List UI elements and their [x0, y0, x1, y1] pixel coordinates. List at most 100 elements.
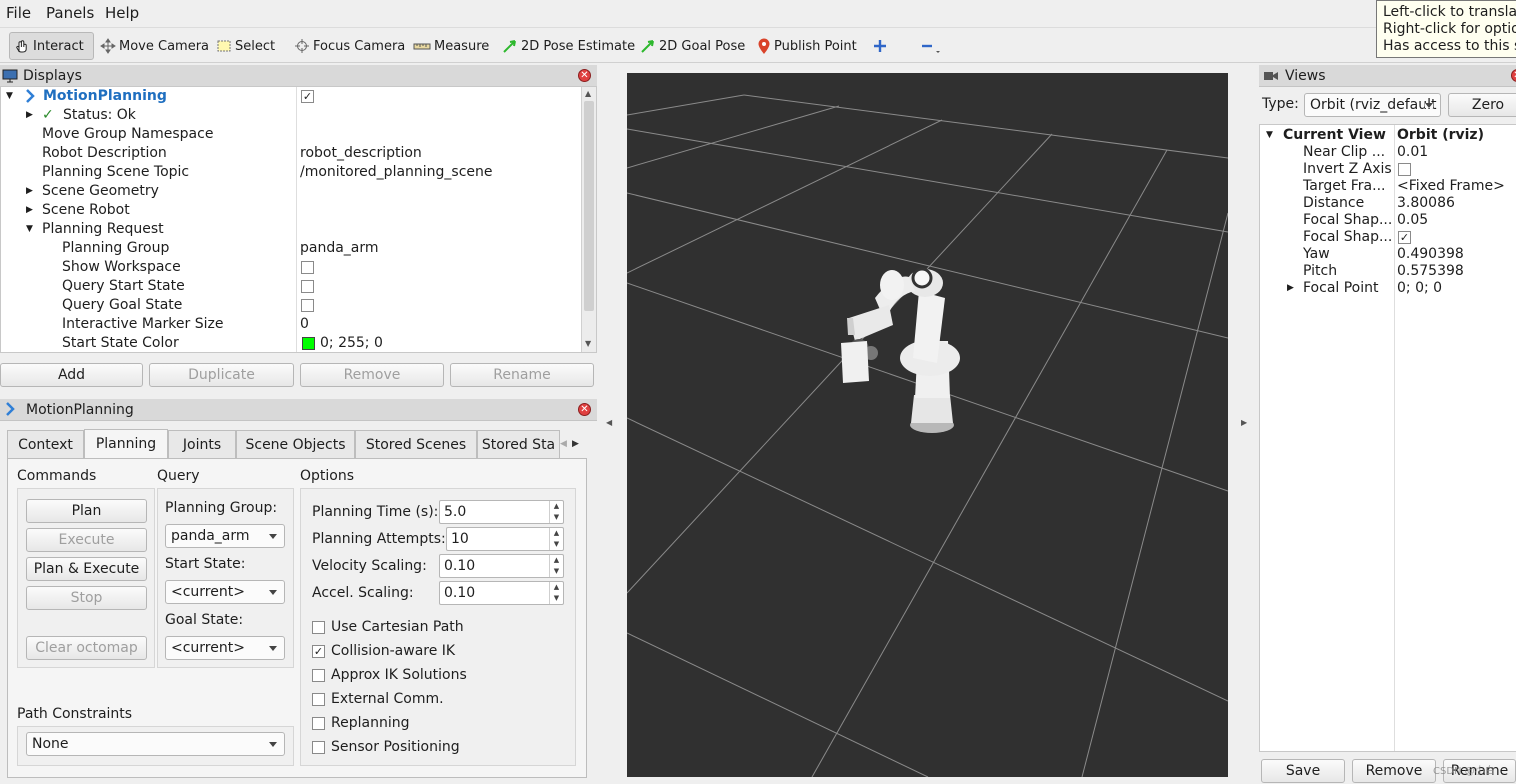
collapse-left-icon[interactable]: ◀ — [606, 418, 612, 427]
view-prop-row[interactable]: Near Clip ... 0.01 — [1260, 144, 1516, 161]
tree-row[interactable]: Query Start State — [1, 277, 581, 296]
external-comm-checkbox[interactable] — [312, 693, 325, 706]
focal-shape-checkbox[interactable]: ✓ — [1398, 231, 1411, 244]
close-icon[interactable]: ✕ — [578, 69, 591, 82]
close-icon[interactable]: ✕ — [578, 403, 591, 416]
expand-arrow-icon[interactable]: ▶ — [26, 182, 33, 201]
duplicate-button[interactable]: Duplicate — [149, 363, 294, 387]
tree-value[interactable]: robot_description — [300, 144, 422, 163]
scroll-down-icon[interactable]: ▼ — [585, 339, 591, 348]
plan-execute-button[interactable]: Plan & Execute — [26, 557, 147, 581]
expand-arrow-icon[interactable]: ▼ — [6, 87, 13, 106]
expand-arrow-icon[interactable]: ▶ — [26, 201, 33, 220]
tab-scroll-left-icon[interactable]: ◀ — [560, 432, 572, 456]
prop-value[interactable]: 0.490398 — [1397, 246, 1464, 263]
prop-value[interactable]: 0.01 — [1397, 144, 1428, 161]
collision-ik-checkbox[interactable]: ✓ — [312, 645, 325, 658]
focus-camera-button[interactable]: Focus Camera — [290, 32, 409, 60]
query-goal-checkbox[interactable] — [301, 299, 314, 312]
zero-button[interactable]: Zero — [1448, 93, 1516, 117]
spin-arrows-icon[interactable]: ▲ ▼ — [549, 528, 563, 550]
goal-state-select[interactable]: <current> — [165, 636, 285, 660]
tree-row[interactable]: Start State Color 0; 255; 0 — [1, 334, 581, 353]
tree-row[interactable]: Interactive Marker Size 0 — [1, 315, 581, 334]
expand-arrow-icon[interactable]: ▼ — [1266, 127, 1273, 144]
planning-group-select[interactable]: panda_arm — [165, 524, 285, 548]
view-prop-row[interactable]: Invert Z Axis — [1260, 161, 1516, 178]
tree-row[interactable]: Robot Description robot_description — [1, 144, 581, 163]
replanning-checkbox[interactable] — [312, 717, 325, 730]
enable-checkbox[interactable]: ✓ — [301, 90, 314, 103]
view-prop-row[interactable]: Yaw 0.490398 — [1260, 246, 1516, 263]
expand-arrow-icon[interactable]: ▼ — [26, 220, 33, 239]
menu-file[interactable]: File — [6, 4, 31, 22]
menu-panels[interactable]: Panels — [46, 4, 94, 22]
tree-row[interactable]: Show Workspace — [1, 258, 581, 277]
menu-help[interactable]: Help — [105, 4, 139, 22]
scroll-thumb[interactable] — [584, 101, 594, 311]
velocity-scaling-spinbox[interactable]: 0.10 ▲ ▼ — [439, 554, 564, 578]
tree-value[interactable]: 0 — [300, 315, 309, 334]
tab-joints[interactable]: Joints — [168, 430, 236, 458]
tab-stored-states[interactable]: Stored Sta — [477, 430, 560, 458]
invert-z-checkbox[interactable] — [1398, 163, 1411, 176]
view-prop-row[interactable]: Focal Shap... 0.05 — [1260, 212, 1516, 229]
plan-button[interactable]: Plan — [26, 499, 147, 523]
save-view-button[interactable]: Save — [1261, 759, 1345, 783]
tree-row[interactable]: Planning Scene Topic /monitored_planning… — [1, 163, 581, 182]
tree-row[interactable]: ▼ Planning Request — [1, 220, 581, 239]
spin-arrows-icon[interactable]: ▲ ▼ — [549, 555, 563, 577]
publish-point-button[interactable]: Publish Point — [753, 32, 861, 60]
sensor-positioning-checkbox[interactable] — [312, 741, 325, 754]
view-type-select[interactable]: Orbit (rviz_default — [1304, 93, 1441, 117]
view-prop-row[interactable]: Distance 3.80086 — [1260, 195, 1516, 212]
execute-button[interactable]: Execute — [26, 528, 147, 552]
interact-tool-button[interactable]: Interact — [9, 32, 94, 60]
measure-tool-button[interactable]: Measure — [409, 32, 493, 60]
scrollbar[interactable]: ▲ ▼ — [581, 87, 596, 352]
prop-value[interactable]: 0; 0; 0 — [1397, 280, 1442, 297]
tree-row[interactable]: Query Goal State — [1, 296, 581, 315]
tree-value[interactable]: panda_arm — [300, 239, 379, 258]
prop-value[interactable]: 0.575398 — [1397, 263, 1464, 280]
prop-value[interactable]: 3.80086 — [1397, 195, 1455, 212]
stop-button[interactable]: Stop — [26, 586, 147, 610]
clear-octomap-button[interactable]: Clear octomap — [26, 636, 147, 660]
current-view-row[interactable]: ▼ Current View Orbit (rviz) — [1260, 127, 1516, 144]
show-workspace-checkbox[interactable] — [301, 261, 314, 274]
tree-value[interactable]: 0; 255; 0 — [320, 334, 383, 353]
tree-row[interactable]: ▶ Scene Robot — [1, 201, 581, 220]
select-tool-button[interactable]: Select — [212, 32, 279, 60]
expand-arrow-icon[interactable]: ▶ — [26, 106, 33, 125]
prop-value[interactable]: 0.05 — [1397, 212, 1428, 229]
tree-row[interactable]: ▶ ✓ Status: Ok — [1, 106, 581, 125]
goal-pose-button[interactable]: 2D Goal Pose — [636, 32, 749, 60]
expand-arrow-icon[interactable]: ▶ — [1287, 280, 1294, 297]
tab-scroll-right-icon[interactable]: ▶ — [572, 432, 586, 456]
approx-ik-checkbox[interactable] — [312, 669, 325, 682]
scroll-up-icon[interactable]: ▲ — [585, 89, 591, 98]
view-prop-row[interactable]: ▶ Focal Point 0; 0; 0 — [1260, 280, 1516, 297]
rename-button[interactable]: Rename — [450, 363, 594, 387]
pose-estimate-button[interactable]: 2D Pose Estimate — [498, 32, 639, 60]
cartesian-path-checkbox[interactable] — [312, 621, 325, 634]
query-start-checkbox[interactable] — [301, 280, 314, 293]
render-viewport[interactable] — [627, 73, 1228, 777]
tree-row[interactable]: Move Group Namespace — [1, 125, 581, 144]
path-constraints-select[interactable]: None — [26, 732, 285, 756]
prop-value[interactable]: <Fixed Frame> — [1397, 178, 1505, 195]
planning-attempts-spinbox[interactable]: 10 ▲ ▼ — [446, 527, 564, 551]
tab-planning[interactable]: Planning — [84, 429, 168, 459]
move-camera-button[interactable]: Move Camera — [96, 32, 213, 60]
add-tool-button[interactable] — [869, 32, 894, 60]
add-display-button[interactable]: Add — [0, 363, 143, 387]
tree-row[interactable]: Planning Group panda_arm — [1, 239, 581, 258]
view-prop-row[interactable]: Focal Shap... ✓ — [1260, 229, 1516, 246]
tab-context[interactable]: Context — [7, 430, 84, 458]
tab-scene-objects[interactable]: Scene Objects — [236, 430, 355, 458]
view-prop-row[interactable]: Target Fra... <Fixed Frame> — [1260, 178, 1516, 195]
planning-time-spinbox[interactable]: 5.0 ▲ ▼ — [439, 500, 564, 524]
tree-row[interactable]: ▶ Scene Geometry — [1, 182, 581, 201]
start-state-select[interactable]: <current> — [165, 580, 285, 604]
remove-view-button[interactable]: Remove — [1352, 759, 1436, 783]
